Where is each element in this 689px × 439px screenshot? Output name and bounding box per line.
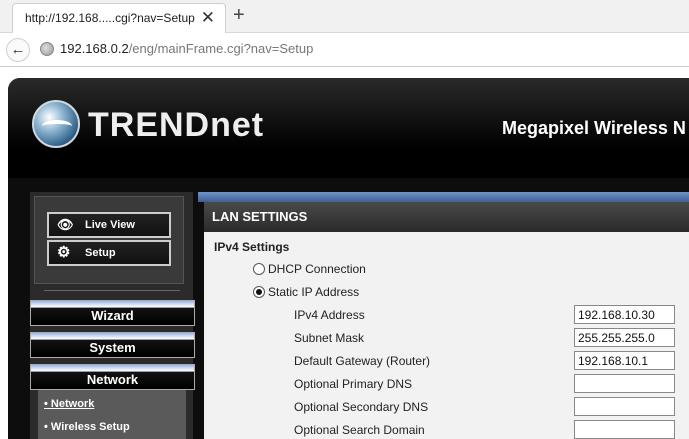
default-gateway-input[interactable]: [574, 351, 675, 370]
browser-tab[interactable]: http://192.168.....cgi?nav=Setup ✕: [12, 3, 226, 34]
camera-web-ui: TRENDnet Megapixel Wireless N 👁 Live Vie…: [8, 78, 689, 439]
content-panel: LAN SETTINGS IPv4 Settings DHCP Connecti…: [204, 202, 689, 439]
subnet-mask-label: Subnet Mask: [294, 331, 365, 345]
header: TRENDnet Megapixel Wireless N: [8, 78, 689, 178]
content-top-bar: [198, 192, 689, 202]
left-nav: 👁 Live View ⚙ Setup Wizard System Networ…: [30, 192, 195, 439]
menu-system[interactable]: System: [30, 332, 195, 358]
logo-text: TRENDnet: [88, 106, 265, 144]
secondary-dns-input[interactable]: [574, 397, 675, 416]
dhcp-option[interactable]: DHCP Connection: [253, 262, 366, 276]
view-mode-box: 👁 Live View ⚙ Setup: [34, 196, 184, 284]
new-tab-button[interactable]: +: [233, 4, 245, 27]
ipv4-address-input[interactable]: [574, 305, 675, 324]
eye-icon: 👁: [57, 217, 74, 232]
ipv4-heading: IPv4 Settings: [214, 240, 290, 254]
dhcp-radio[interactable]: [253, 263, 265, 275]
browser-tab-bar: http://192.168.....cgi?nav=Setup ✕ +: [0, 0, 689, 34]
globe-icon: [40, 42, 54, 56]
gear-icon: ⚙: [57, 244, 71, 261]
menu-network[interactable]: Network: [30, 364, 195, 390]
section-title: LAN SETTINGS: [204, 202, 689, 232]
primary-dns-label: Optional Primary DNS: [294, 377, 413, 391]
submenu-network-link[interactable]: • Network: [44, 398, 94, 410]
url-path: /eng/mainFrame.cgi?nav=Setup: [128, 41, 314, 56]
subnet-mask-input[interactable]: [574, 328, 675, 347]
address-bar: ← 192.168.0.2/eng/mainFrame.cgi?nav=Setu…: [0, 33, 689, 67]
tab-title: http://192.168.....cgi?nav=Setup: [25, 11, 195, 25]
menu-wizard[interactable]: Wizard: [30, 300, 195, 326]
ipv4-address-label: IPv4 Address: [294, 308, 365, 322]
back-button[interactable]: ←: [6, 38, 30, 62]
setup-label: Setup: [85, 247, 116, 259]
dhcp-label: DHCP Connection: [268, 262, 366, 276]
primary-dns-input[interactable]: [574, 374, 675, 393]
trendnet-logo-icon: [32, 100, 80, 148]
static-ip-label: Static IP Address: [268, 285, 360, 299]
submenu-wireless-setup-link[interactable]: • Wireless Setup: [44, 421, 130, 433]
default-gateway-label: Default Gateway (Router): [294, 354, 431, 368]
close-tab-icon[interactable]: ✕: [201, 8, 215, 28]
search-domain-label: Optional Search Domain: [294, 423, 425, 437]
static-ip-option[interactable]: Static IP Address: [253, 285, 359, 299]
product-title: Megapixel Wireless N: [502, 118, 686, 138]
divider: [44, 290, 180, 291]
network-submenu: • Network • Wireless Setup: [38, 390, 186, 439]
url-host: 192.168.0.2: [60, 41, 129, 56]
search-domain-input[interactable]: [574, 420, 675, 439]
url-field[interactable]: 192.168.0.2/eng/mainFrame.cgi?nav=Setup: [60, 41, 313, 56]
static-ip-radio[interactable]: [253, 286, 265, 298]
setup-button[interactable]: ⚙ Setup: [47, 240, 171, 266]
live-view-label: Live View: [85, 219, 135, 231]
live-view-button[interactable]: 👁 Live View: [47, 212, 171, 238]
secondary-dns-label: Optional Secondary DNS: [294, 400, 429, 414]
lan-settings-form: IPv4 Settings DHCP Connection Static IP …: [204, 232, 689, 439]
